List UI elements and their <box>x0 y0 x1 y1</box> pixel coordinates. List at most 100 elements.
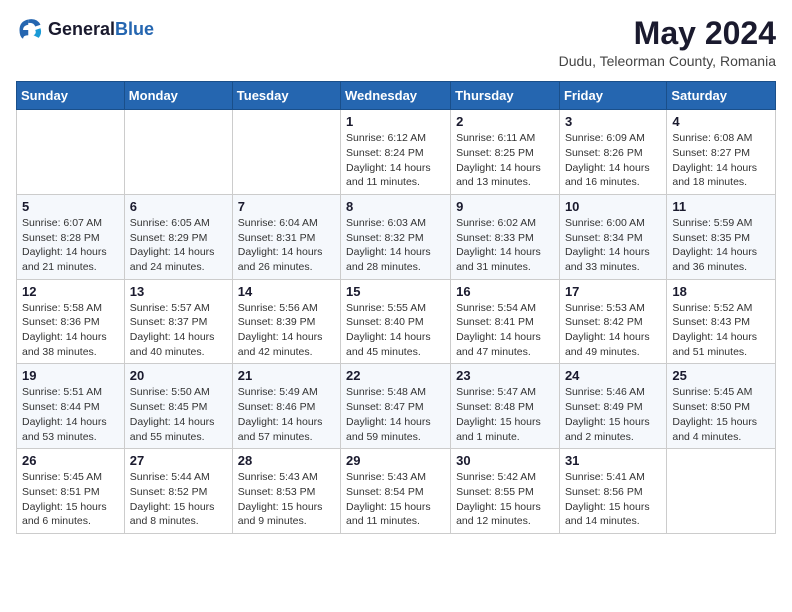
calendar-cell: 31 Sunrise: 5:41 AM Sunset: 8:56 PM Dayli… <box>559 449 666 534</box>
calendar-week-row: 26 Sunrise: 5:45 AM Sunset: 8:51 PM Dayli… <box>17 449 776 534</box>
day-info: Sunrise: 6:07 AM Sunset: 8:28 PM Dayligh… <box>22 216 119 275</box>
day-info: Sunrise: 5:49 AM Sunset: 8:46 PM Dayligh… <box>238 385 335 444</box>
calendar-cell: 6 Sunrise: 6:05 AM Sunset: 8:29 PM Daylig… <box>124 194 232 279</box>
calendar-cell: 10 Sunrise: 6:00 AM Sunset: 8:34 PM Dayli… <box>559 194 666 279</box>
calendar-cell: 23 Sunrise: 5:47 AM Sunset: 8:48 PM Dayli… <box>451 364 560 449</box>
weekday-header-sunday: Sunday <box>17 82 125 110</box>
calendar-cell <box>124 110 232 195</box>
calendar-cell: 3 Sunrise: 6:09 AM Sunset: 8:26 PM Daylig… <box>559 110 666 195</box>
day-number: 14 <box>238 284 335 299</box>
day-number: 26 <box>22 453 119 468</box>
calendar-cell: 16 Sunrise: 5:54 AM Sunset: 8:41 PM Dayli… <box>451 279 560 364</box>
weekday-header-saturday: Saturday <box>667 82 776 110</box>
title-area: May 2024 Dudu, Teleorman County, Romania <box>559 16 776 69</box>
day-number: 29 <box>346 453 445 468</box>
day-number: 2 <box>456 114 554 129</box>
day-number: 15 <box>346 284 445 299</box>
day-info: Sunrise: 5:46 AM Sunset: 8:49 PM Dayligh… <box>565 385 661 444</box>
calendar-cell: 28 Sunrise: 5:43 AM Sunset: 8:53 PM Dayli… <box>232 449 340 534</box>
weekday-header-tuesday: Tuesday <box>232 82 340 110</box>
day-number: 4 <box>672 114 770 129</box>
day-info: Sunrise: 5:58 AM Sunset: 8:36 PM Dayligh… <box>22 301 119 360</box>
logo-general: General <box>48 20 115 40</box>
day-info: Sunrise: 5:44 AM Sunset: 8:52 PM Dayligh… <box>130 470 227 529</box>
weekday-header-thursday: Thursday <box>451 82 560 110</box>
calendar-cell: 26 Sunrise: 5:45 AM Sunset: 8:51 PM Dayli… <box>17 449 125 534</box>
day-info: Sunrise: 5:54 AM Sunset: 8:41 PM Dayligh… <box>456 301 554 360</box>
day-number: 19 <box>22 368 119 383</box>
day-number: 6 <box>130 199 227 214</box>
calendar-cell <box>17 110 125 195</box>
calendar-cell: 29 Sunrise: 5:43 AM Sunset: 8:54 PM Dayli… <box>341 449 451 534</box>
calendar-week-row: 5Sunrise: 6:07 AM Sunset: 8:28 PM Daylig… <box>17 194 776 279</box>
day-number: 7 <box>238 199 335 214</box>
day-info: Sunrise: 5:43 AM Sunset: 8:54 PM Dayligh… <box>346 470 445 529</box>
day-info: Sunrise: 5:55 AM Sunset: 8:40 PM Dayligh… <box>346 301 445 360</box>
day-info: Sunrise: 6:09 AM Sunset: 8:26 PM Dayligh… <box>565 131 661 190</box>
calendar-cell: 11 Sunrise: 5:59 AM Sunset: 8:35 PM Dayli… <box>667 194 776 279</box>
calendar-cell: 12Sunrise: 5:58 AM Sunset: 8:36 PM Dayli… <box>17 279 125 364</box>
weekday-header-row: SundayMondayTuesdayWednesdayThursdayFrid… <box>17 82 776 110</box>
day-info: Sunrise: 6:02 AM Sunset: 8:33 PM Dayligh… <box>456 216 554 275</box>
page-header: General Blue May 2024 Dudu, Teleorman Co… <box>16 16 776 69</box>
day-number: 8 <box>346 199 445 214</box>
day-number: 21 <box>238 368 335 383</box>
day-info: Sunrise: 5:41 AM Sunset: 8:56 PM Dayligh… <box>565 470 661 529</box>
calendar-cell: 5Sunrise: 6:07 AM Sunset: 8:28 PM Daylig… <box>17 194 125 279</box>
calendar-cell: 25Sunrise: 5:45 AM Sunset: 8:50 PM Dayli… <box>667 364 776 449</box>
day-info: Sunrise: 5:43 AM Sunset: 8:53 PM Dayligh… <box>238 470 335 529</box>
day-number: 13 <box>130 284 227 299</box>
calendar-cell: 8 Sunrise: 6:03 AM Sunset: 8:32 PM Daylig… <box>341 194 451 279</box>
calendar-cell: 20Sunrise: 5:50 AM Sunset: 8:45 PM Dayli… <box>124 364 232 449</box>
day-info: Sunrise: 6:12 AM Sunset: 8:24 PM Dayligh… <box>346 131 445 190</box>
day-info: Sunrise: 5:59 AM Sunset: 8:35 PM Dayligh… <box>672 216 770 275</box>
day-number: 17 <box>565 284 661 299</box>
day-info: Sunrise: 5:48 AM Sunset: 8:47 PM Dayligh… <box>346 385 445 444</box>
calendar-cell: 14 Sunrise: 5:56 AM Sunset: 8:39 PM Dayli… <box>232 279 340 364</box>
calendar-cell: 19 Sunrise: 5:51 AM Sunset: 8:44 PM Dayli… <box>17 364 125 449</box>
calendar-table: SundayMondayTuesdayWednesdayThursdayFrid… <box>16 81 776 534</box>
day-info: Sunrise: 6:03 AM Sunset: 8:32 PM Dayligh… <box>346 216 445 275</box>
calendar-cell <box>232 110 340 195</box>
day-number: 9 <box>456 199 554 214</box>
day-number: 30 <box>456 453 554 468</box>
day-info: Sunrise: 5:56 AM Sunset: 8:39 PM Dayligh… <box>238 301 335 360</box>
day-info: Sunrise: 5:53 AM Sunset: 8:42 PM Dayligh… <box>565 301 661 360</box>
day-number: 25 <box>672 368 770 383</box>
day-number: 24 <box>565 368 661 383</box>
logo-blue: Blue <box>115 20 154 40</box>
day-number: 28 <box>238 453 335 468</box>
calendar-cell: 27Sunrise: 5:44 AM Sunset: 8:52 PM Dayli… <box>124 449 232 534</box>
day-number: 11 <box>672 199 770 214</box>
calendar-cell: 17 Sunrise: 5:53 AM Sunset: 8:42 PM Dayli… <box>559 279 666 364</box>
location-subtitle: Dudu, Teleorman County, Romania <box>559 53 776 69</box>
day-number: 22 <box>346 368 445 383</box>
month-title: May 2024 <box>559 16 776 51</box>
calendar-cell: 24 Sunrise: 5:46 AM Sunset: 8:49 PM Dayli… <box>559 364 666 449</box>
weekday-header-wednesday: Wednesday <box>341 82 451 110</box>
calendar-cell: 18Sunrise: 5:52 AM Sunset: 8:43 PM Dayli… <box>667 279 776 364</box>
calendar-cell: 7Sunrise: 6:04 AM Sunset: 8:31 PM Daylig… <box>232 194 340 279</box>
calendar-week-row: 1Sunrise: 6:12 AM Sunset: 8:24 PM Daylig… <box>17 110 776 195</box>
calendar-cell: 2Sunrise: 6:11 AM Sunset: 8:25 PM Daylig… <box>451 110 560 195</box>
day-info: Sunrise: 6:05 AM Sunset: 8:29 PM Dayligh… <box>130 216 227 275</box>
day-info: Sunrise: 5:51 AM Sunset: 8:44 PM Dayligh… <box>22 385 119 444</box>
day-number: 16 <box>456 284 554 299</box>
calendar-cell: 30 Sunrise: 5:42 AM Sunset: 8:55 PM Dayli… <box>451 449 560 534</box>
day-info: Sunrise: 5:45 AM Sunset: 8:51 PM Dayligh… <box>22 470 119 529</box>
day-number: 10 <box>565 199 661 214</box>
calendar-cell <box>667 449 776 534</box>
day-info: Sunrise: 6:00 AM Sunset: 8:34 PM Dayligh… <box>565 216 661 275</box>
day-number: 23 <box>456 368 554 383</box>
day-info: Sunrise: 5:57 AM Sunset: 8:37 PM Dayligh… <box>130 301 227 360</box>
day-number: 31 <box>565 453 661 468</box>
calendar-week-row: 12Sunrise: 5:58 AM Sunset: 8:36 PM Dayli… <box>17 279 776 364</box>
day-info: Sunrise: 5:42 AM Sunset: 8:55 PM Dayligh… <box>456 470 554 529</box>
day-info: Sunrise: 5:47 AM Sunset: 8:48 PM Dayligh… <box>456 385 554 444</box>
general-blue-icon <box>16 16 44 44</box>
day-info: Sunrise: 5:52 AM Sunset: 8:43 PM Dayligh… <box>672 301 770 360</box>
day-info: Sunrise: 5:50 AM Sunset: 8:45 PM Dayligh… <box>130 385 227 444</box>
day-number: 3 <box>565 114 661 129</box>
calendar-week-row: 19 Sunrise: 5:51 AM Sunset: 8:44 PM Dayli… <box>17 364 776 449</box>
calendar-cell: 13 Sunrise: 5:57 AM Sunset: 8:37 PM Dayli… <box>124 279 232 364</box>
